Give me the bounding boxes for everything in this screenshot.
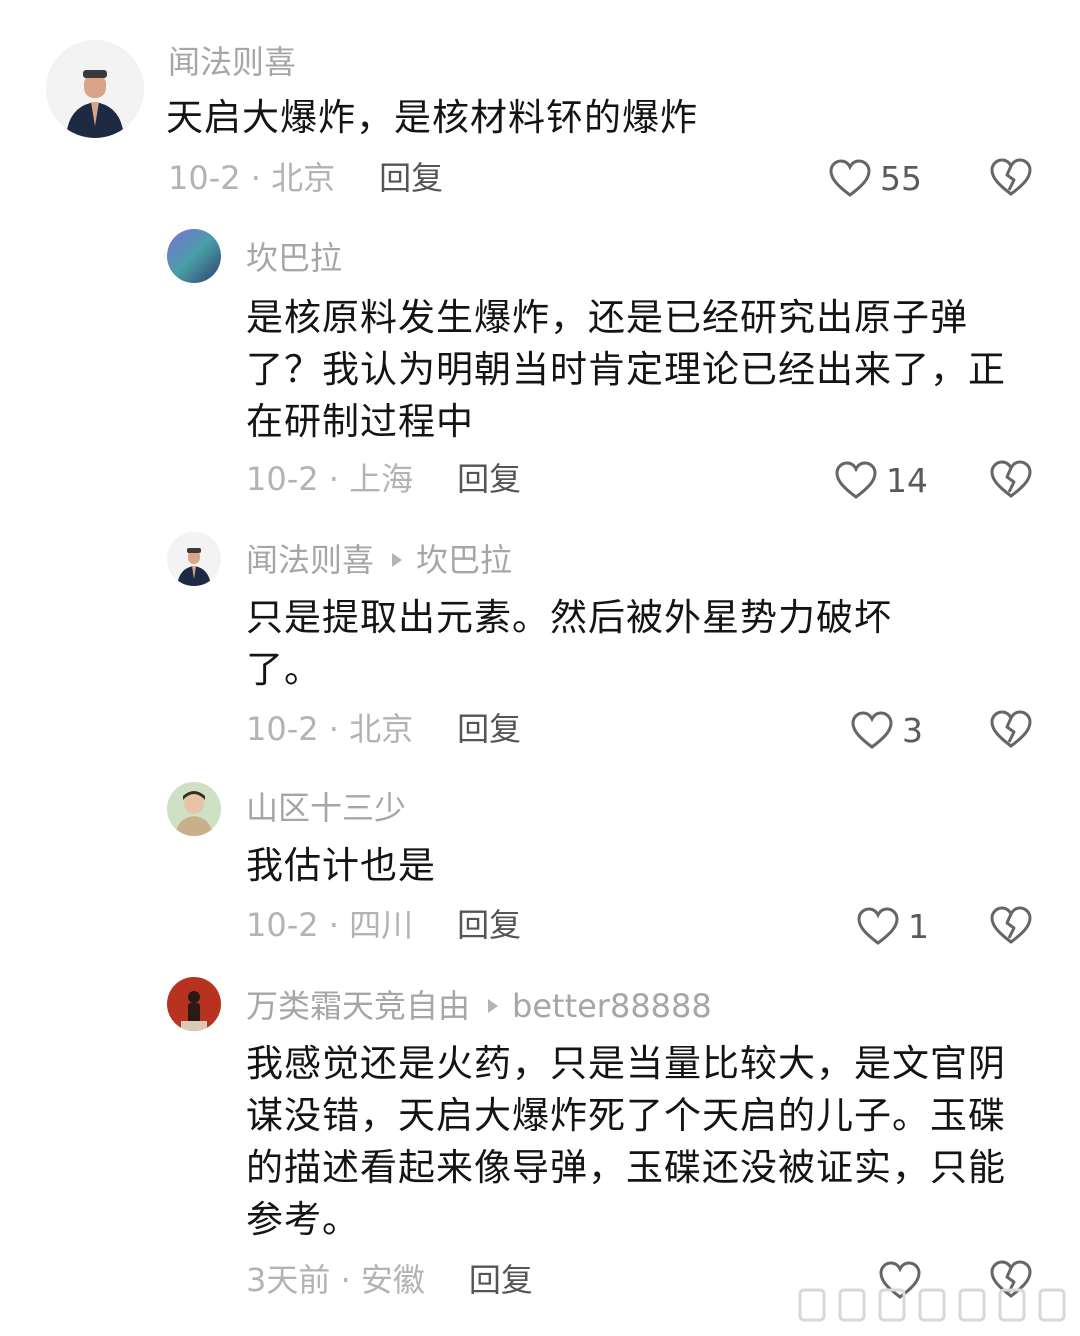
reply-arrow-icon	[488, 999, 499, 1013]
comment-text: 天启大爆炸，是核材料钚的爆炸	[166, 96, 698, 139]
reply-button[interactable]: 回复	[457, 906, 521, 944]
commenter-name-row: 万类霜天竞自由 better88888	[246, 986, 712, 1026]
like-count: 3	[902, 710, 923, 750]
like-button[interactable]: 1	[856, 904, 929, 948]
reply-item: 山区十三少 我估计也是 10-2 · 四川 回复 1	[0, 780, 1080, 970]
broken-heart-outline-icon	[990, 710, 1032, 748]
like-button[interactable]: 3	[850, 708, 923, 752]
commenter-name[interactable]: 山区十三少	[246, 788, 406, 828]
reply-item: 闻法则喜 坎巴拉 只是提取出元素。然后被外星势力破坏了。 10-2 · 北京 回复 …	[0, 530, 1080, 780]
comment-text: 是核原料发生爆炸，还是已经研究出原子弹了？我认为明朝当时肯定理论已经出来了，正在…	[246, 296, 1006, 443]
avatar[interactable]	[167, 977, 221, 1031]
heart-outline-icon	[851, 711, 893, 749]
like-button[interactable]: 55	[828, 156, 922, 200]
heart-outline-icon	[835, 461, 877, 499]
comment-meta: 10-2 · 上海 回复	[246, 459, 521, 499]
comment-time-location: 10-2 · 北京	[246, 710, 414, 748]
commenter-name[interactable]: 闻法则喜	[168, 42, 296, 82]
comment-time-location: 10-2 · 四川	[246, 906, 414, 944]
reply-button[interactable]: 回复	[469, 1261, 533, 1299]
commenter-name-text[interactable]: 坎巴拉	[246, 239, 342, 277]
avatar-young-man-image	[167, 782, 221, 836]
broken-heart-outline-icon	[990, 460, 1032, 498]
reply-button[interactable]: 回复	[457, 710, 521, 748]
comment-text: 我估计也是	[246, 844, 436, 887]
comment-meta: 10-2 · 北京 回复	[246, 709, 521, 749]
like-count: 14	[886, 460, 928, 500]
comment-text: 只是提取出元素。然后被外星势力破坏了。	[246, 596, 892, 691]
commenter-name[interactable]: 万类霜天竞自由	[246, 987, 470, 1025]
avatar-abstract-image	[167, 229, 221, 283]
comment-time-location: 10-2 · 上海	[246, 460, 414, 498]
avatar-red-figure-image	[167, 977, 221, 1031]
reply-item: 坎巴拉 是核原料发生爆炸，还是已经研究出原子弹了？我认为明朝当时肯定理论已经出来…	[0, 220, 1080, 530]
comment-meta: 10-2 · 北京 回复	[168, 158, 443, 198]
like-count: 1	[908, 906, 929, 946]
comment-item: 闻法则喜 天启大爆炸，是核材料钚的爆炸 10-2 · 北京 回复 55	[0, 0, 1080, 220]
reply-target-name[interactable]: 坎巴拉	[416, 541, 512, 579]
avatar[interactable]	[167, 532, 221, 586]
broken-heart-outline-icon	[990, 906, 1032, 944]
like-button[interactable]: 14	[834, 458, 928, 502]
comment-text: 我感觉还是火药，只是当量比较大，是文官阴谋没错，天启大爆炸死了个天启的儿子。玉碟…	[246, 1042, 1006, 1241]
avatar[interactable]	[167, 782, 221, 836]
watermark	[780, 1272, 1080, 1332]
watermark-image	[798, 1288, 1066, 1322]
reply-button[interactable]: 回复	[457, 460, 521, 498]
dislike-button[interactable]	[989, 157, 1033, 197]
commenter-name[interactable]: 闻法则喜	[246, 541, 374, 579]
reply-button[interactable]: 回复	[379, 159, 443, 197]
commenter-name-row: 闻法则喜 坎巴拉	[246, 540, 512, 580]
dislike-button[interactable]	[989, 459, 1033, 499]
comment-time-location: 3天前 · 安徽	[246, 1261, 425, 1299]
comment-meta: 10-2 · 四川 回复	[246, 905, 521, 945]
heart-outline-icon	[857, 907, 899, 945]
heart-outline-icon	[829, 159, 871, 197]
comment-time-location: 10-2 · 北京	[168, 159, 336, 197]
reply-arrow-icon	[392, 553, 403, 567]
comment-meta: 3天前 · 安徽 回复	[246, 1260, 533, 1300]
avatar-man-praying-image	[46, 40, 144, 138]
broken-heart-outline-icon	[990, 158, 1032, 196]
avatar-man-praying-image	[167, 532, 221, 586]
dislike-button[interactable]	[989, 905, 1033, 945]
commenter-name-text[interactable]: 闻法则喜	[168, 43, 296, 81]
reply-target-name[interactable]: better88888	[512, 987, 712, 1025]
commenter-name-text[interactable]: 山区十三少	[246, 789, 406, 827]
commenter-name[interactable]: 坎巴拉	[246, 238, 342, 278]
like-count: 55	[880, 158, 922, 198]
dislike-button[interactable]	[989, 709, 1033, 749]
avatar[interactable]	[167, 229, 221, 283]
avatar[interactable]	[46, 40, 144, 138]
